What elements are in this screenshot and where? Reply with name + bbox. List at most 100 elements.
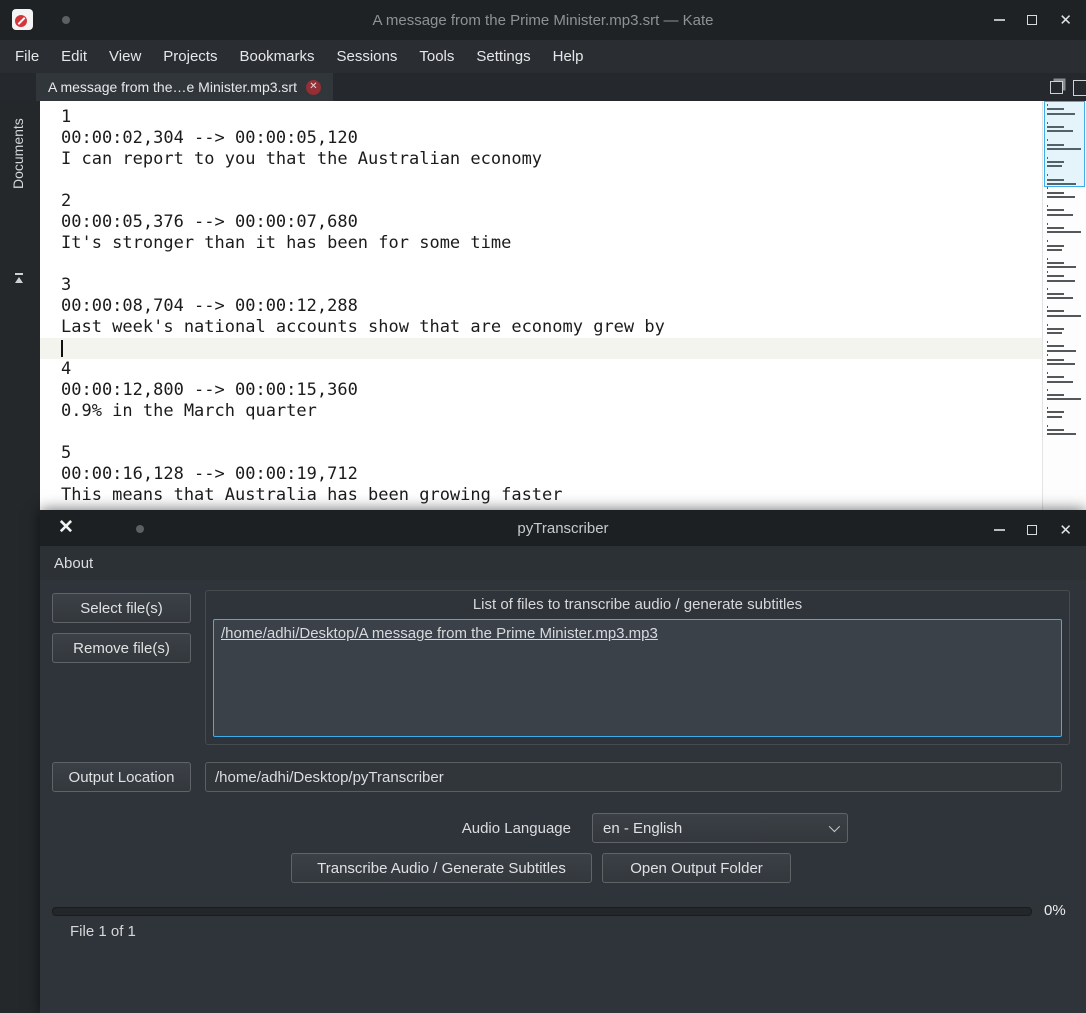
- minimap-row: [1047, 345, 1065, 348]
- editor-line: 2: [61, 191, 72, 211]
- tab-document[interactable]: A message from the…e Minister.mp3.srt ✕: [36, 73, 333, 101]
- titlebar-dot-icon: [136, 525, 144, 533]
- menu-sessions[interactable]: Sessions: [326, 42, 409, 71]
- minimap-row: [1047, 433, 1077, 436]
- file-list-item[interactable]: /home/adhi/Desktop/A message from the Pr…: [221, 625, 1054, 642]
- editor-line: 00:00:08,704 --> 00:00:12,288: [61, 296, 358, 316]
- menu-projects[interactable]: Projects: [152, 42, 228, 71]
- kate-menubar: File Edit View Projects Bookmarks Sessio…: [0, 40, 1086, 73]
- minimap-row: [1047, 363, 1076, 366]
- kate-titlebar[interactable]: A message from the Prime Minister.mp3.sr…: [0, 0, 1086, 40]
- pytranscriber-menubar: About: [40, 546, 1086, 580]
- minimap-row: [1047, 204, 1048, 207]
- menu-tools[interactable]: Tools: [408, 42, 465, 71]
- editor-line: 4: [61, 359, 72, 379]
- minimap-row: [1047, 248, 1062, 251]
- audio-language-selected: en - English: [603, 819, 683, 837]
- maximize-icon[interactable]: [1027, 15, 1038, 25]
- open-output-folder-button[interactable]: Open Output Folder: [602, 853, 791, 883]
- minimap-row: [1047, 231, 1081, 234]
- kate-window-controls: ✕: [994, 0, 1072, 40]
- minimap-row: [1047, 327, 1065, 330]
- minimap-row: [1047, 323, 1048, 326]
- file-list[interactable]: /home/adhi/Desktop/A message from the Pr…: [213, 619, 1062, 737]
- menu-view[interactable]: View: [98, 42, 152, 71]
- file-status-label: File 1 of 1: [70, 923, 136, 940]
- editor-line: 00:00:05,376 --> 00:00:07,680: [61, 212, 358, 232]
- minimap-row: [1047, 393, 1065, 396]
- close-icon[interactable]: ✕: [56, 518, 76, 538]
- menu-settings[interactable]: Settings: [465, 42, 541, 71]
- editor-line: 00:00:02,304 --> 00:00:05,120: [61, 128, 358, 148]
- minimap-row: [1047, 266, 1077, 269]
- editor-current-line: [40, 338, 1042, 359]
- file-list-group: List of files to transcribe audio / gene…: [205, 590, 1070, 745]
- audio-language-select[interactable]: en - English: [592, 813, 848, 843]
- file-list-group-title: List of files to transcribe audio / gene…: [472, 596, 803, 613]
- remove-files-button[interactable]: Remove file(s): [52, 633, 191, 663]
- minimap-row: [1047, 411, 1065, 414]
- output-location-field[interactable]: /home/adhi/Desktop/pyTranscriber: [205, 762, 1062, 792]
- split-view-icon[interactable]: [1073, 80, 1086, 96]
- select-files-button[interactable]: Select file(s): [52, 593, 191, 623]
- menu-about[interactable]: About: [40, 549, 107, 578]
- transcribe-button[interactable]: Transcribe Audio / Generate Subtitles: [291, 853, 592, 883]
- minimap-row: [1047, 380, 1074, 383]
- menu-file[interactable]: File: [4, 42, 50, 71]
- minimap-viewport-indicator[interactable]: [1044, 101, 1085, 187]
- maximize-icon[interactable]: [1027, 525, 1038, 535]
- menu-bookmarks[interactable]: Bookmarks: [228, 42, 325, 71]
- output-location-button[interactable]: Output Location: [52, 762, 191, 792]
- desktop: A message from the Prime Minister.mp3.sr…: [0, 0, 1086, 1013]
- minimap-row: [1047, 424, 1048, 427]
- text-cursor: [61, 340, 63, 357]
- minimap-row: [1047, 209, 1065, 212]
- minimize-icon[interactable]: [994, 529, 1006, 531]
- tab-label: A message from the…e Minister.mp3.srt: [48, 79, 297, 95]
- minimize-icon[interactable]: [994, 19, 1006, 21]
- minimap-row: [1047, 270, 1048, 273]
- minimap-row: [1047, 415, 1062, 418]
- sidebar-tab-documents[interactable]: Documents: [0, 101, 40, 301]
- minimap-row: [1047, 187, 1048, 190]
- editor-line: 0.9% in the March quarter: [61, 401, 317, 421]
- minimap-row: [1047, 262, 1065, 265]
- kate-left-sidebar: Documents: [0, 101, 40, 1013]
- minimap-row: [1047, 257, 1048, 260]
- kate-window-title: A message from the Prime Minister.mp3.sr…: [372, 11, 714, 29]
- chevron-down-icon: [828, 820, 841, 833]
- minimap-row: [1047, 305, 1048, 308]
- menu-help[interactable]: Help: [542, 42, 595, 71]
- minimap-row: [1047, 341, 1048, 344]
- pytranscriber-window: ✕ pyTranscriber ✕ About Select file(s) R…: [40, 510, 1086, 1013]
- sidebar-documents-label: Documents: [10, 118, 26, 189]
- tabbar-actions: [1050, 77, 1086, 96]
- minimap-row: [1047, 428, 1065, 431]
- kate-tabbar: A message from the…e Minister.mp3.srt ✕: [0, 73, 1086, 101]
- minimap-row: [1047, 332, 1062, 335]
- minimap-row: [1047, 358, 1065, 361]
- close-icon[interactable]: ✕: [1059, 523, 1072, 538]
- minimap-row: [1047, 191, 1065, 194]
- close-icon[interactable]: ✕: [1059, 13, 1072, 28]
- minimap-row: [1047, 244, 1065, 247]
- minimap-row: [1047, 196, 1076, 199]
- audio-language-label: Audio Language: [461, 820, 571, 837]
- editor-line: Last week's national accounts show that …: [61, 317, 665, 337]
- kate-app-icon: [12, 9, 33, 30]
- menu-edit[interactable]: Edit: [50, 42, 98, 71]
- minimap-row: [1047, 297, 1074, 300]
- pytranscriber-titlebar[interactable]: ✕ pyTranscriber ✕: [40, 510, 1086, 546]
- editor-line: 5: [61, 443, 72, 463]
- minimap-row: [1047, 371, 1048, 374]
- tab-close-icon[interactable]: ✕: [305, 79, 321, 95]
- minimap-row: [1047, 389, 1048, 392]
- editor-line: It's stronger than it has been for some …: [61, 233, 512, 253]
- editor-line: I can report to you that the Australian …: [61, 149, 543, 169]
- minimap-row: [1047, 349, 1077, 352]
- minimap-row: [1047, 226, 1065, 229]
- duplicate-view-icon[interactable]: [1050, 81, 1063, 94]
